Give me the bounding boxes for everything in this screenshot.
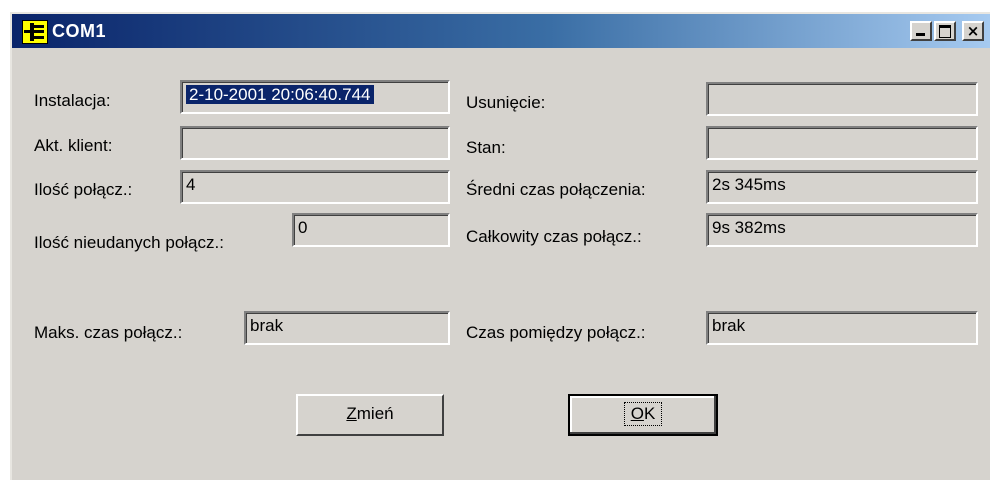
ok-mnemonic: O xyxy=(630,404,644,423)
instalacja-field[interactable]: 2-10-2001 20:06:40.744 xyxy=(180,80,450,114)
stan-label: Stan: xyxy=(466,138,506,157)
zmien-label: mień xyxy=(356,404,394,423)
usuniecie-label: Usunięcie: xyxy=(466,93,546,112)
ilosc-polacz-field[interactable]: 4 xyxy=(180,170,450,204)
instalacja-label: Instalacja: xyxy=(34,91,111,110)
ilosc-polacz-label: Ilość połącz.: xyxy=(34,180,133,199)
stan-field[interactable] xyxy=(706,126,978,160)
ilosc-nieudanych-label: Ilość nieudanych połącz.: xyxy=(34,233,224,252)
maximize-button[interactable] xyxy=(934,21,956,41)
maks-czas-label: Maks. czas połącz.: xyxy=(34,323,183,342)
window-title: COM1 xyxy=(52,21,107,41)
akt-klient-label: Akt. klient: xyxy=(34,136,113,155)
czas-pomiedzy-field[interactable]: brak xyxy=(706,311,978,345)
calkowity-czas-label: Całkowity czas połącz.: xyxy=(466,227,642,246)
title-bar[interactable]: COM1 × xyxy=(12,14,990,48)
maks-czas-field[interactable]: brak xyxy=(244,311,450,345)
akt-klient-field[interactable] xyxy=(180,126,450,160)
zmien-button[interactable]: Zmień xyxy=(296,394,444,436)
sredni-czas-label: Średni czas połączenia: xyxy=(466,180,646,199)
sredni-czas-field[interactable]: 2s 345ms xyxy=(706,170,978,204)
calkowity-czas-field[interactable]: 9s 382ms xyxy=(706,213,978,247)
plug-icon[interactable] xyxy=(22,20,48,44)
ok-focus-rect: OK xyxy=(623,402,663,426)
ok-label: K xyxy=(643,404,656,423)
minimize-button[interactable] xyxy=(910,21,932,41)
instalacja-value: 2-10-2001 20:06:40.744 xyxy=(186,85,374,104)
ok-button[interactable]: OK xyxy=(568,394,718,436)
ilosc-nieudanych-field[interactable]: 0 xyxy=(292,213,450,247)
close-button[interactable]: × xyxy=(962,21,984,41)
czas-pomiedzy-label: Czas pomiędzy połącz.: xyxy=(466,323,646,342)
com1-dialog-window: COM1 × Instalacja: 2-10-2001 20:06:40.74… xyxy=(10,12,990,480)
usuniecie-field[interactable] xyxy=(706,82,978,116)
zmien-mnemonic: Z xyxy=(346,404,357,423)
